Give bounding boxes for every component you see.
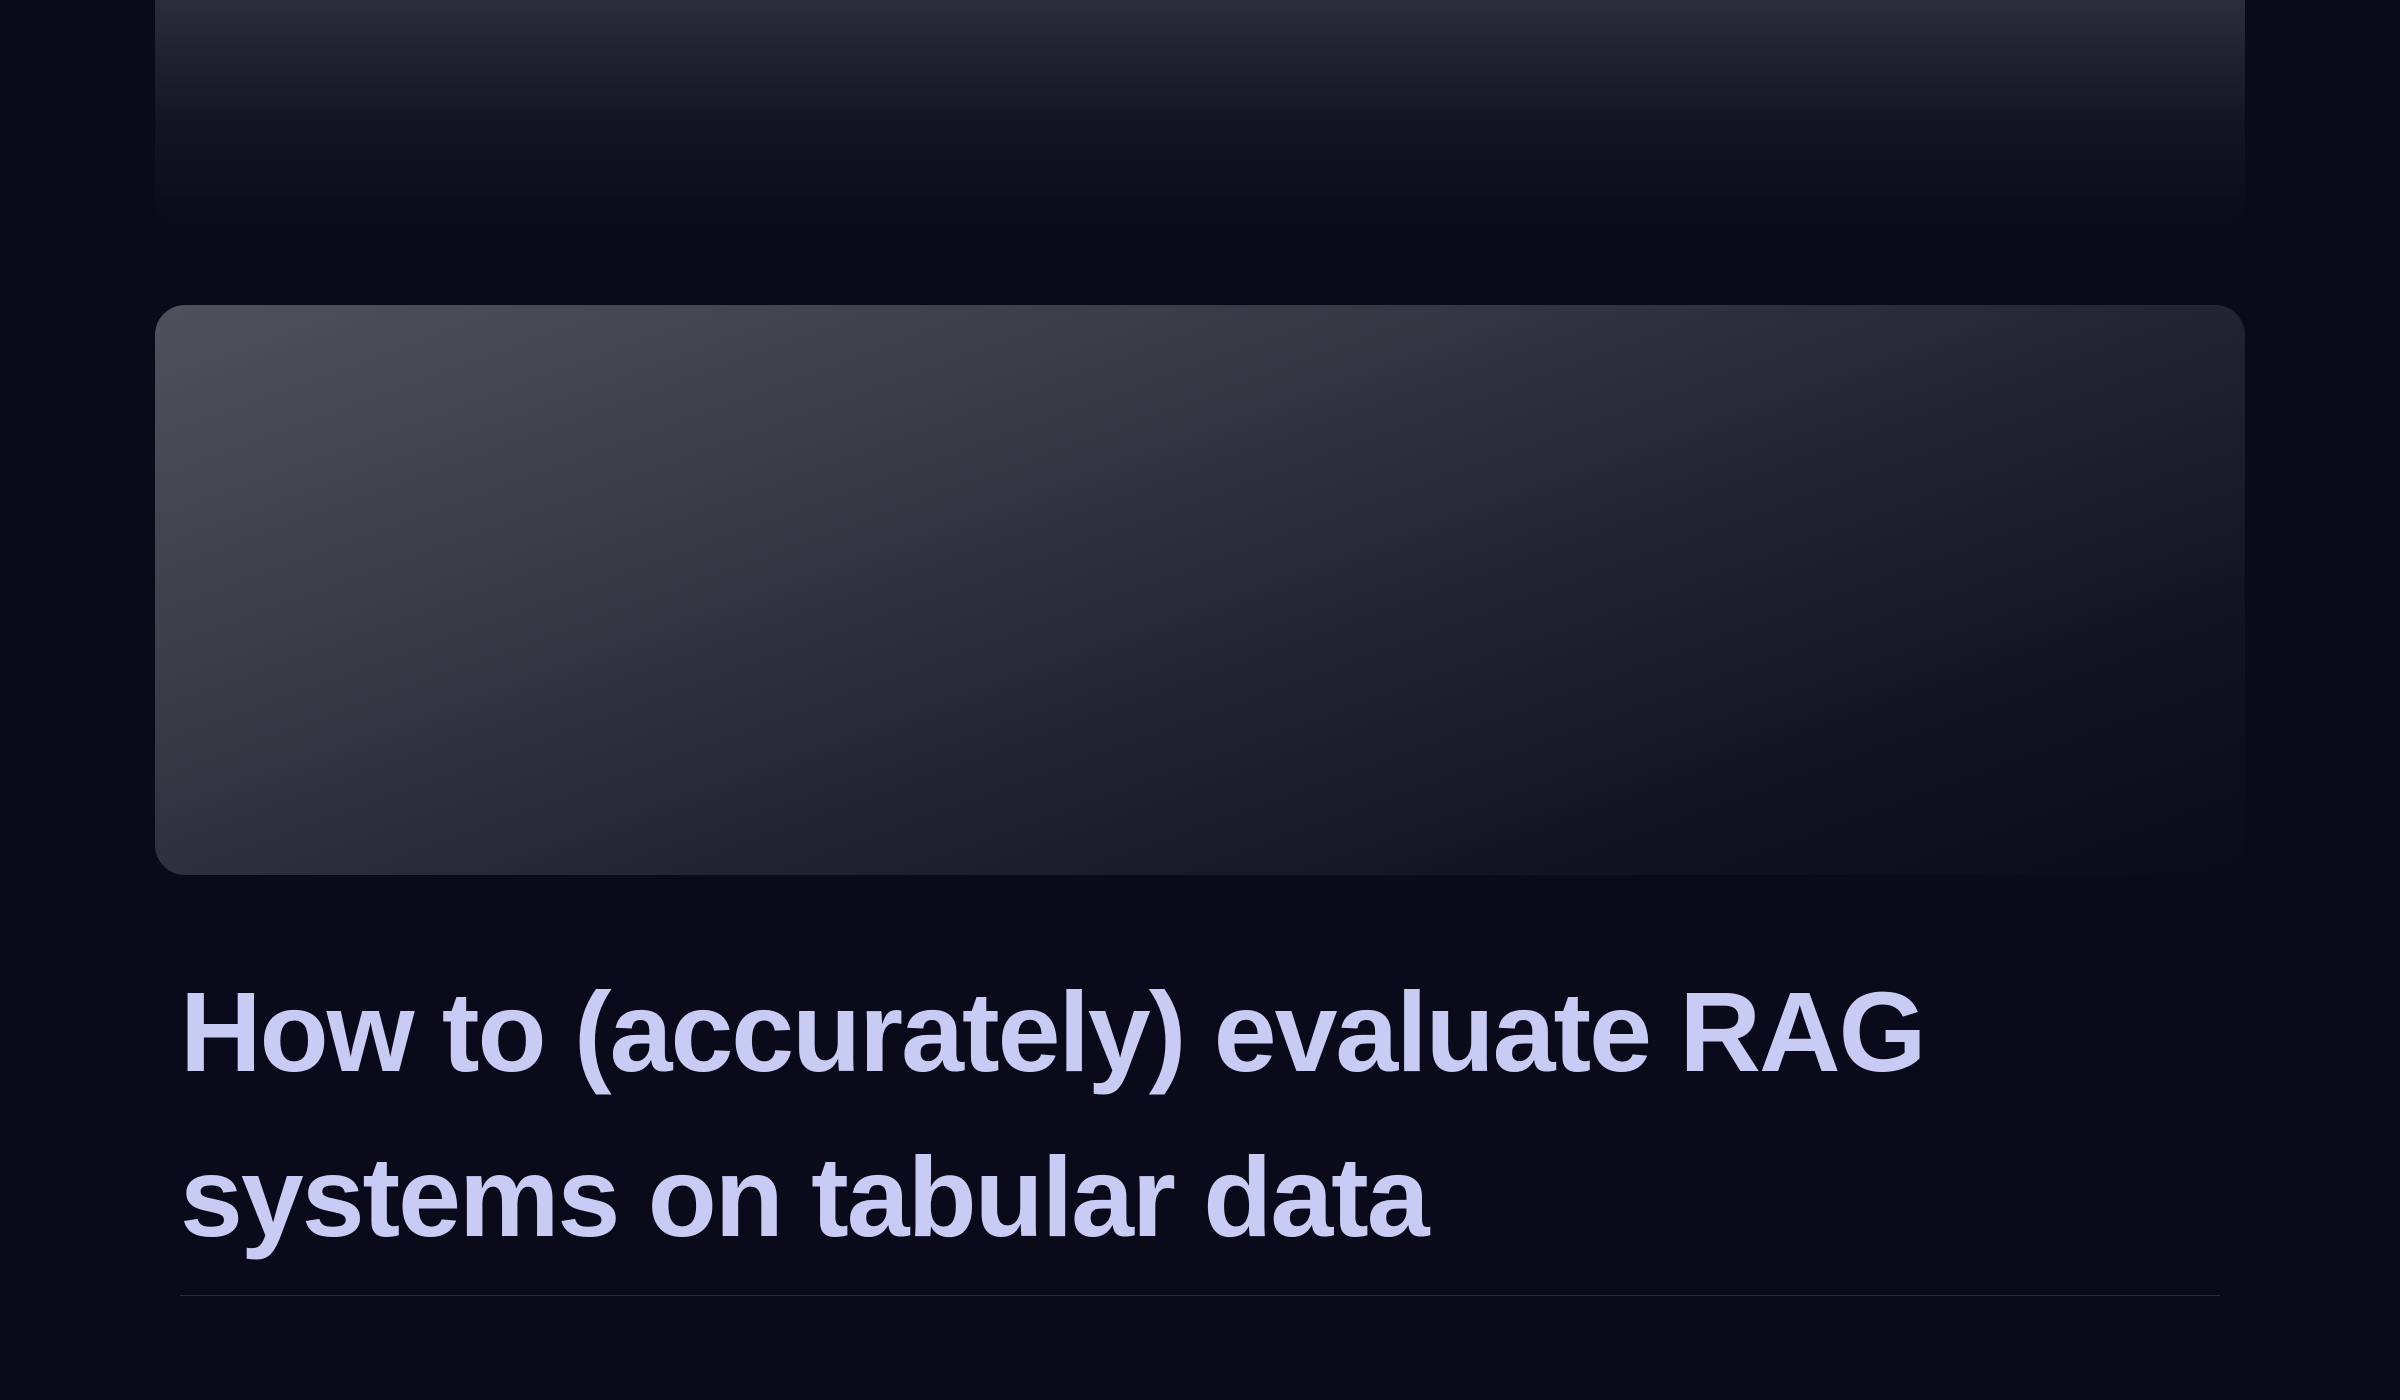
article-title: How to (accurately) evaluate RAG systems… (180, 950, 2220, 1280)
hero-card-top (155, 0, 2245, 230)
hero-card-main (155, 305, 2245, 875)
divider (180, 1295, 2220, 1296)
